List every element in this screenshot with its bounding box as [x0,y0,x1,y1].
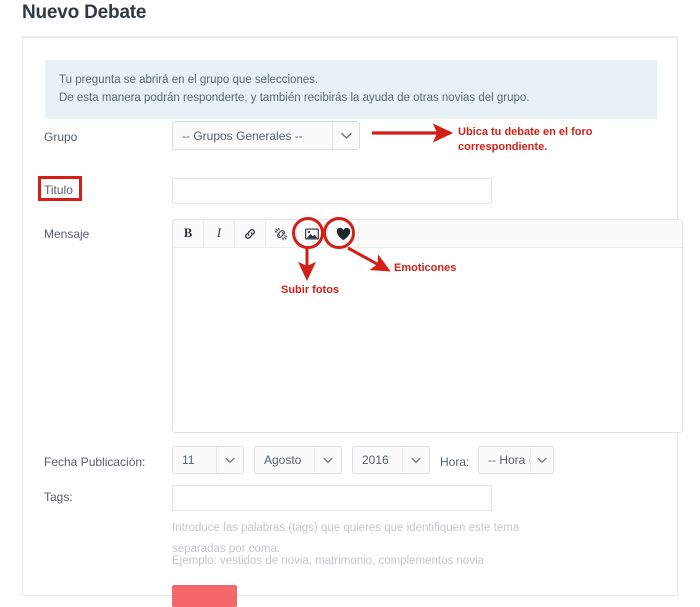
tags-input[interactable] [172,485,492,511]
unlink-icon[interactable] [266,220,297,247]
image-icon[interactable] [297,220,328,247]
italic-icon[interactable]: I [204,220,235,247]
titulo-label: Titulo [44,183,73,197]
fecha-year-value: 2016 [362,453,389,467]
chevron-down-icon [216,447,243,473]
tags-help-line-1: Introduce las palabras (tags) que quiere… [172,522,520,534]
tags-help-line-3: Ejemplo: vestidos de novia, matrimonio, … [172,555,484,567]
fecha-publicacion-label: Fecha Publicación: [44,455,146,469]
hora-label: Hora: [440,455,470,469]
page-title: Nuevo Debate [22,2,147,23]
chevron-down-icon [530,447,553,473]
info-banner: Tu pregunta se abrirá en el grupo que se… [45,60,657,119]
mensaje-label: Mensaje [44,227,90,241]
message-editor: B I [172,219,683,433]
chevron-down-icon [314,447,341,473]
bold-icon[interactable]: B [173,220,204,247]
titulo-input[interactable] [172,178,492,204]
fecha-day-value: 11 [182,453,195,467]
info-banner-line-1: Tu pregunta se abrirá en el grupo que se… [59,74,319,86]
hora-select[interactable]: -- Hora -- [478,446,554,474]
submit-button[interactable] [172,585,237,607]
hora-value: -- Hora -- [488,453,530,467]
grupo-select[interactable]: -- Grupos Generales -- [172,121,360,150]
message-textarea[interactable] [173,248,682,432]
grupo-label: Grupo [44,130,78,144]
tags-label: Tags: [44,490,73,504]
editor-toolbar: B I [173,220,682,248]
chevron-down-icon [402,447,429,473]
fecha-month-value: Agosto [264,453,302,467]
link-icon[interactable] [235,220,266,247]
heart-icon[interactable] [328,220,359,247]
fecha-year-select[interactable]: 2016 [352,446,430,474]
info-banner-line-2: De esta manera podrán responderte, y tam… [59,92,530,104]
chevron-down-icon [332,122,359,149]
fecha-month-select[interactable]: Agosto [254,446,342,474]
grupo-select-value: -- Grupos Generales -- [182,128,303,143]
fecha-day-select[interactable]: 11 [172,446,244,474]
